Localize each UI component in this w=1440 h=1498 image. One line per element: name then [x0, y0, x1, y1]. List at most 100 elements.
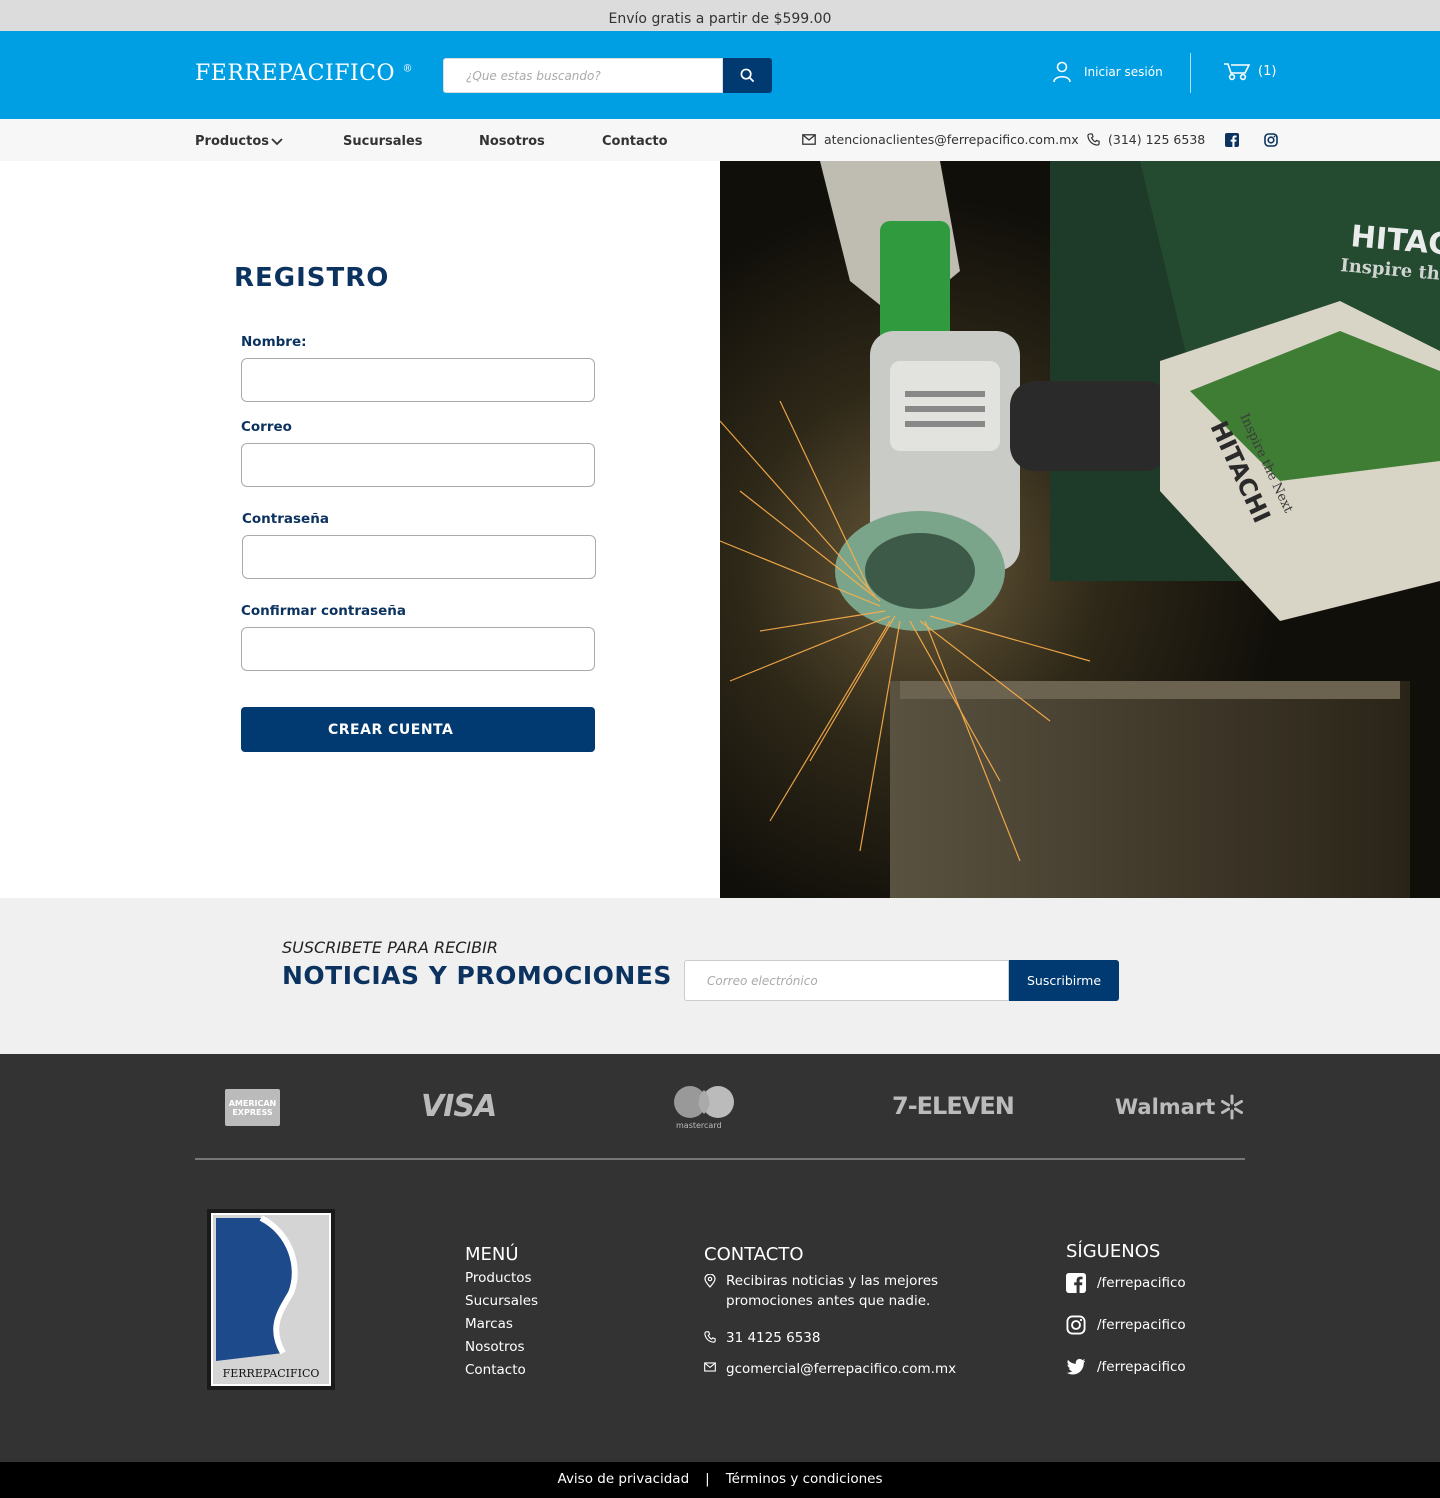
footer-contact-info: Recibiras noticias y las mejores promoci…: [704, 1271, 938, 1311]
terms-link[interactable]: Términos y condiciones: [726, 1471, 883, 1487]
main-nav: Productos Sucursales Nosotros Contacto a…: [0, 119, 1440, 161]
seven-eleven-logo: 7-ELEVEN: [892, 1092, 1015, 1120]
logo-registered-mark: ®: [402, 63, 414, 75]
register-form: REGISTRO Nombre: Correo Contraseña Confi…: [0, 161, 720, 898]
mastercard-icon: [674, 1086, 734, 1118]
walmart-logo-text: Walmart: [1115, 1095, 1216, 1119]
email-label: Correo: [241, 419, 292, 435]
footer-link-sucursales[interactable]: Sucursales: [465, 1293, 538, 1309]
logo-text: FERREPACIFICO: [195, 61, 396, 86]
facebook-icon: [1066, 1273, 1086, 1293]
site-logo[interactable]: FERREPACIFICO ®: [195, 61, 413, 86]
walmart-logo: Walmart: [1115, 1094, 1245, 1120]
footer-link-marcas[interactable]: Marcas: [465, 1316, 513, 1332]
mail-icon: [704, 1362, 716, 1372]
walmart-spark-icon: [1221, 1094, 1244, 1120]
nav-email: atencionaclientes@ferrepacifico.com.mx: [824, 132, 1079, 147]
privacy-link[interactable]: Aviso de privacidad: [558, 1471, 690, 1487]
footer-facebook-link[interactable]: /ferrepacifico: [1066, 1273, 1186, 1293]
nav-item-productos[interactable]: Productos: [195, 134, 283, 149]
nav-item-label: Nosotros: [479, 134, 545, 149]
footer-email-link[interactable]: gcomercial@ferrepacifico.com.mx: [704, 1359, 956, 1379]
nav-item-nosotros[interactable]: Nosotros: [479, 134, 545, 149]
login-link[interactable]: Iniciar sesión: [1052, 61, 1163, 83]
cart-count: (1): [1258, 63, 1277, 79]
footer-logo[interactable]: FERREPACIFICO: [207, 1209, 335, 1390]
password-label: Contraseña: [242, 511, 329, 527]
footer-menu-title: MENÚ: [465, 1244, 519, 1265]
footer-phone: 31 4125 6538: [726, 1330, 821, 1346]
create-account-button[interactable]: CREAR CUENTA: [241, 707, 595, 752]
cart-button[interactable]: (1): [1222, 61, 1276, 81]
footer-link-contacto[interactable]: Contacto: [465, 1362, 526, 1378]
legal-bar: Aviso de privacidad | Términos y condicion…: [0, 1462, 1440, 1498]
name-label: Nombre:: [241, 334, 307, 350]
newsletter-subtitle: SUSCRIBETE PARA RECIBIR: [282, 938, 498, 957]
nav-item-sucursales[interactable]: Sucursales: [343, 134, 423, 149]
subscribe-button[interactable]: Suscribirme: [1009, 960, 1119, 1001]
mail-icon: [802, 134, 816, 145]
newsletter-email-input[interactable]: Correo electrónico: [684, 960, 1009, 1001]
amex-logo-text: AMERICAN EXPRESS: [228, 1098, 277, 1117]
register-section: REGISTRO Nombre: Correo Contraseña Confi…: [0, 161, 1440, 898]
site-footer: AMERICAN EXPRESS VISA mastercard 7-ELEVE…: [0, 1054, 1440, 1462]
hero-image: HITACHI Inspire the Next HITACHI Inspire…: [720, 161, 1440, 898]
footer-link-productos[interactable]: Productos: [465, 1270, 532, 1286]
facebook-icon[interactable]: [1225, 133, 1239, 147]
mastercard-logo: mastercard: [673, 1084, 737, 1132]
password-field[interactable]: [242, 535, 596, 579]
name-field[interactable]: [241, 358, 595, 402]
footer-email: gcomercial@ferrepacifico.com.mx: [726, 1361, 957, 1377]
location-pin-icon: [704, 1274, 716, 1288]
confirm-password-label: Confirmar contraseña: [241, 603, 407, 619]
footer-phone-link[interactable]: 31 4125 6538: [704, 1328, 820, 1348]
nav-item-label: Contacto: [602, 134, 668, 149]
mastercard-label: mastercard: [676, 1121, 722, 1130]
footer-contact-text-line: promociones antes que nadie.: [726, 1293, 931, 1309]
search-icon: [740, 68, 755, 83]
newsletter-title: NOTICIAS Y PROMOCIONES: [282, 961, 672, 990]
footer-link-nosotros[interactable]: Nosotros: [465, 1339, 525, 1355]
footer-social-title: SÍGUENOS: [1066, 1241, 1161, 1262]
twitter-icon: [1066, 1358, 1086, 1375]
footer-instagram-link[interactable]: /ferrepacifico: [1066, 1315, 1186, 1335]
confirm-password-field[interactable]: [241, 627, 595, 671]
search-bar: [443, 58, 772, 93]
footer-contact-title: CONTACTO: [704, 1244, 804, 1265]
instagram-icon: [1066, 1315, 1086, 1335]
user-icon: [1053, 61, 1071, 83]
footer-twitter-link[interactable]: /ferrepacifico: [1066, 1358, 1186, 1376]
search-button[interactable]: [723, 58, 772, 93]
phone-icon: [704, 1331, 716, 1343]
nav-item-contacto[interactable]: Contacto: [602, 134, 668, 149]
nav-item-label: Productos: [195, 134, 270, 149]
footer-contact-text-line: Recibiras noticias y las mejores: [726, 1273, 939, 1289]
footer-contact-text: Recibiras noticias y las mejores promoci…: [726, 1271, 938, 1311]
site-header: FERREPACIFICO ® Iniciar sesión (1): [0, 31, 1440, 119]
chevron-down-icon: [271, 137, 283, 145]
shipping-banner-text: Envío gratis a partir de $599.00: [608, 11, 832, 27]
footer-logo-emblem: FERREPACIFICO: [213, 1215, 329, 1384]
page-title: REGISTRO: [234, 263, 390, 293]
nav-email-link[interactable]: atencionaclientes@ferrepacifico.com.mx: [802, 132, 1079, 147]
email-field[interactable]: [241, 443, 595, 487]
instagram-icon[interactable]: [1264, 133, 1278, 147]
shipping-banner: Envío gratis a partir de $599.00: [0, 0, 1440, 31]
wheelbarrow-cart-icon: [1224, 63, 1251, 81]
footer-logo-text: FERREPACIFICO: [223, 1367, 320, 1380]
newsletter-section: SUSCRIBETE PARA RECIBIR NOTICIAS Y PROMO…: [0, 898, 1440, 1054]
header-divider: [1190, 53, 1191, 93]
legal-separator: |: [705, 1471, 710, 1487]
footer-twitter-handle: /ferrepacifico: [1097, 1359, 1186, 1375]
amex-logo: AMERICAN EXPRESS: [225, 1089, 280, 1126]
footer-instagram-handle: /ferrepacifico: [1097, 1317, 1186, 1333]
nav-phone-link[interactable]: (314) 125 6538: [1087, 132, 1205, 147]
nav-item-label: Sucursales: [343, 134, 423, 149]
visa-logo: VISA: [421, 1089, 497, 1124]
footer-facebook-handle: /ferrepacifico: [1097, 1275, 1186, 1291]
login-label: Iniciar sesión: [1084, 65, 1163, 79]
footer-divider: [195, 1158, 1245, 1160]
search-input[interactable]: [443, 58, 723, 93]
nav-phone: (314) 125 6538: [1108, 132, 1206, 147]
angle-grinder-photo: HITACHI Inspire the Next HITACHI Inspire…: [720, 161, 1440, 898]
